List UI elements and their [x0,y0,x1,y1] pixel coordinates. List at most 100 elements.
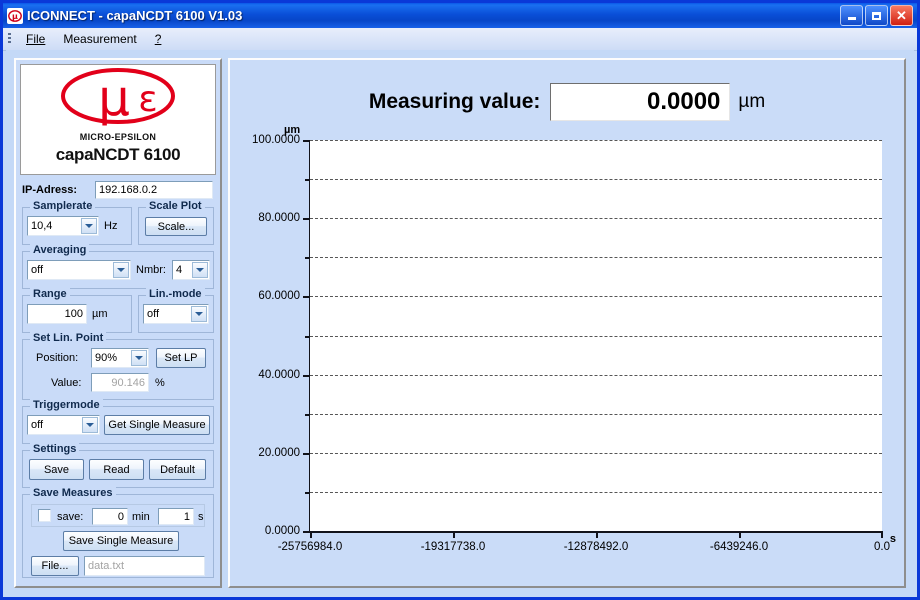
averaging-value: off [31,264,44,276]
lin-mode-value: off [147,308,160,320]
chart-panel: Measuring value: 0.0000 µm µm s 0.0000 20… [228,58,906,588]
svg-text:µ: µ [98,69,130,127]
client-area: µ ε MICRO-EPSILON capaNCDT 6100 IP-Adres… [6,50,914,594]
save-minutes-unit: min [132,511,150,523]
close-icon: ✕ [896,8,907,23]
measuring-value-unit: µm [738,91,766,112]
y-axis-label: 40.0000 [258,368,300,381]
range-input[interactable]: 100 [27,304,87,324]
minimize-button[interactable] [840,5,863,26]
samplerate-dropdown-button[interactable] [81,218,97,234]
measuring-value-display: 0.0000 [550,83,731,121]
samplerate-select[interactable]: 10,4 [27,216,99,236]
logo-model: capaNCDT 6100 [55,145,181,164]
default-settings-button[interactable]: Default [149,459,206,480]
lin-mode-group-title: Lin.-mode [146,288,205,300]
chevron-down-icon [196,268,204,272]
micro-epsilon-logo-icon: µ ε [56,67,180,134]
menu-bar: File Measurement ? [3,28,917,51]
y-axis-tick-major [303,374,310,377]
save-single-measure-button[interactable]: Save Single Measure [63,531,179,551]
averaging-nmbr-value: 4 [176,264,183,276]
x-axis-tick [453,531,455,538]
y-axis-tick-major [303,218,310,221]
chevron-down-icon [195,312,203,316]
lin-mode-dropdown-button[interactable] [191,306,207,322]
ip-address-label: IP-Adress: [22,184,78,196]
svg-text:ε: ε [138,79,157,120]
lin-value-unit: % [155,377,165,389]
lin-value-label: Value: [51,377,82,389]
ip-address-input[interactable]: 192.168.0.2 [95,181,213,199]
logo-company: MICRO-EPSILON [79,132,157,142]
averaging-nmbr-select[interactable]: 4 [172,260,210,280]
title-bar: µ ICONNECT - capaNCDT 6100 V1.03 ✕ [3,3,917,28]
lin-mode-select[interactable]: off [143,304,209,324]
y-axis-tick-major [303,531,310,533]
averaging-group-title: Averaging [30,244,90,256]
range-unit: µm [92,308,108,320]
menu-item-file[interactable]: File [17,30,54,48]
get-single-measure-button[interactable]: Get Single Measure [104,415,210,435]
averaging-nmbr-label: Nmbr: [136,264,166,276]
plot-area[interactable]: µm s 0.0000 20.0000 40.0000 60.0000 80.0000 1… [230,120,904,586]
averaging-dropdown-button[interactable] [113,262,129,278]
lin-position-select[interactable]: 90% [91,348,149,368]
menu-item-measurement[interactable]: Measurement [54,30,145,48]
menu-item-help[interactable]: ? [146,30,171,48]
y-axis-tick-major [303,452,310,455]
file-path-field: data.txt [84,556,205,576]
set-lp-button[interactable]: Set LP [156,348,206,368]
x-axis-label: -12878492.0 [563,541,629,553]
x-axis-tick [596,531,598,538]
x-axis-tick [739,531,741,538]
lin-position-value: 90% [95,352,118,364]
y-axis-label: 100.0000 [252,134,300,146]
maximize-button[interactable] [865,5,888,26]
menu-item-help-label: ? [154,32,162,46]
triggermode-select[interactable]: off [27,415,100,435]
save-minutes-input[interactable]: 0 [92,508,128,525]
x-axis-label: -25756984.0 [277,541,343,553]
close-button[interactable]: ✕ [890,5,913,26]
scale-plot-group-title: Scale Plot [146,200,205,212]
app-icon: µ [7,7,23,24]
y-axis-tick-major [303,296,310,299]
lin-position-label: Position: [36,352,79,364]
lin-position-dropdown-button[interactable] [131,350,147,366]
window-buttons: ✕ [840,5,917,26]
chevron-down-icon [86,423,94,427]
menu-item-measurement-label: Measurement [63,32,137,46]
scale-button[interactable]: Scale... [145,217,207,236]
maximize-icon [872,11,881,20]
chevron-down-icon [85,224,93,228]
triggermode-dropdown-button[interactable] [82,417,98,433]
y-axis-label: 0.0000 [264,525,300,537]
file-button[interactable]: File... [31,556,79,576]
save-seconds-input[interactable]: 1 [158,508,194,525]
svg-text:µ: µ [12,12,18,21]
save-settings-button[interactable]: Save [29,459,84,480]
application-window: µ ICONNECT - capaNCDT 6100 V1.03 ✕ File … [0,0,920,600]
chevron-down-icon [135,356,143,360]
window-title: ICONNECT - capaNCDT 6100 V1.03 [27,8,243,23]
averaging-select[interactable]: off [27,260,131,280]
lin-value-field: 90.146 [91,373,149,392]
read-settings-button[interactable]: Read [89,459,144,480]
y-axis-label: 20.0000 [258,446,300,459]
control-panel: µ ε MICRO-EPSILON capaNCDT 6100 IP-Adres… [14,58,222,588]
data-series [310,140,882,531]
y-axis-label: 80.0000 [258,212,300,225]
averaging-nmbr-dropdown-button[interactable] [192,262,208,278]
measuring-value-label: Measuring value: [368,90,541,113]
save-seconds-unit: s [198,511,204,523]
x-axis-label: -6439246.0 [709,541,769,553]
y-axis-label: 60.0000 [258,290,300,303]
x-axis-tick [881,531,883,538]
save-checkbox-label: save: [57,511,84,523]
x-axis-label: 0.0 [874,541,890,553]
range-group-title: Range [30,288,70,300]
plot-canvas[interactable] [303,140,883,538]
menu-grip-icon[interactable] [8,33,11,45]
save-checkbox[interactable] [38,509,51,522]
